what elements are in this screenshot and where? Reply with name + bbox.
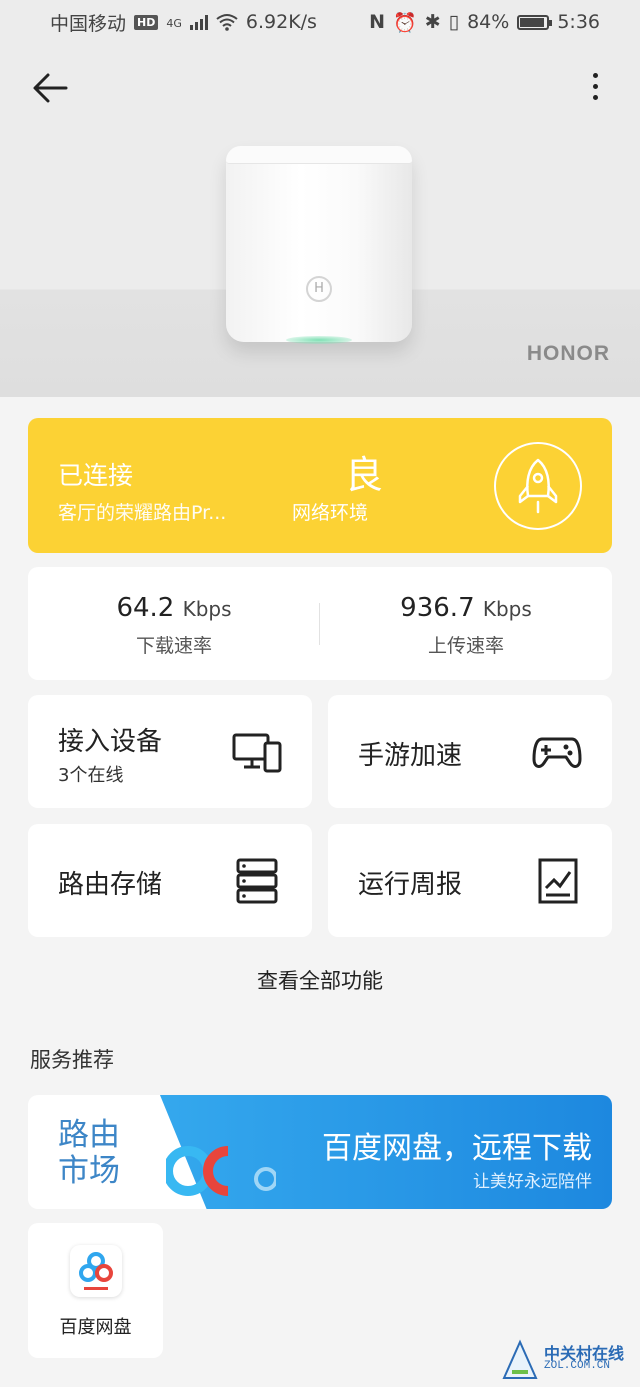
zol-watermark: 中关村在线 ZOL.COM.CN <box>500 1336 640 1387</box>
nfc-icon: N <box>369 11 386 33</box>
router-hero: H HONOR <box>0 44 640 397</box>
status-bar: 中国移动 HD 4G 6.92K/s N ⏰ ✱ ▯ 84% 5:36 <box>0 0 640 44</box>
game-boost-tile[interactable]: 手游加速 <box>328 695 612 808</box>
back-arrow-icon <box>33 73 68 103</box>
upload-unit: Kbps <box>482 597 532 621</box>
upload-label: 上传速率 <box>427 635 504 657</box>
upload-speed: 936.7 Kbps 上传速率 <box>320 593 612 658</box>
storage-label: 路由存储 <box>58 870 163 900</box>
connection-status: 已连接 <box>58 461 134 490</box>
router-storage-tile[interactable]: 路由存储 <box>28 824 312 937</box>
hd-badge: HD <box>134 14 159 30</box>
router-market-label: 路由市场 <box>58 1117 120 1189</box>
game-boost-label: 手游加速 <box>358 741 463 771</box>
alarm-icon: ⏰ <box>393 11 417 34</box>
battery-icon <box>517 14 553 30</box>
back-button[interactable] <box>30 68 70 108</box>
banner-subtitle: 让美好永远陪伴 <box>473 1172 592 1192</box>
more-dot-icon <box>592 72 598 78</box>
gamepad-icon <box>532 737 582 768</box>
baidu-netdisk-banner[interactable]: 路由市场 百度网盘，远程下载 让美好永远陪伴 <box>28 1095 612 1209</box>
router-logo-icon: H <box>306 276 332 302</box>
network-quality: 良 <box>344 453 383 497</box>
router-led <box>286 336 352 344</box>
download-unit: Kbps <box>182 597 232 621</box>
wifi-icon <box>216 14 238 31</box>
brand-logo: HONOR <box>526 342 610 365</box>
storage-icon <box>236 858 278 904</box>
download-speed: 64.2 Kbps 下载速率 <box>28 593 320 658</box>
upload-value: 936.7 <box>400 593 475 623</box>
speedup-button[interactable] <box>494 442 582 530</box>
bluetooth-icon: ✱ <box>424 11 441 33</box>
banner-title: 百度网盘，远程下载 <box>322 1131 592 1166</box>
more-dot-icon <box>592 94 598 100</box>
vibrate-icon: ▯ <box>448 11 460 33</box>
connection-status-card[interactable]: 已连接 客厅的荣耀路由Pr... 良 网络环境 <box>28 418 612 553</box>
connected-devices-tile[interactable]: 接入设备 3个在线 <box>28 695 312 808</box>
router-image: H <box>226 146 412 344</box>
devices-label: 接入设备 <box>58 727 163 757</box>
router-name: 客厅的荣耀路由Pr... <box>58 502 227 524</box>
download-value: 64.2 <box>116 593 175 623</box>
baidu-netdisk-app[interactable]: 百度网盘 <box>28 1223 163 1358</box>
zol-logo-icon <box>502 1339 538 1379</box>
watermark-url: ZOL.COM.CN <box>544 1360 611 1372</box>
network-quality-label: 网络环境 <box>292 502 369 524</box>
network-speed: 6.92K/s <box>245 11 317 33</box>
view-all-features-link[interactable]: 查看全部功能 <box>0 965 640 995</box>
report-chart-icon <box>538 858 578 904</box>
more-dot-icon <box>592 83 598 89</box>
carrier-name: 中国移动 <box>50 12 127 35</box>
baidu-netdisk-icon <box>79 1252 113 1290</box>
devices-online-count: 3个在线 <box>58 765 124 786</box>
weekly-report-tile[interactable]: 运行周报 <box>328 824 612 937</box>
report-label: 运行周报 <box>358 870 463 900</box>
clock: 5:36 <box>557 11 600 33</box>
services-section-title: 服务推荐 <box>30 1048 114 1072</box>
more-options-button[interactable] <box>580 66 610 106</box>
signal-icon <box>189 14 208 30</box>
rocket-icon <box>518 458 558 514</box>
speed-card: 64.2 Kbps 下载速率 936.7 Kbps 上传速率 <box>28 567 612 680</box>
network-type: 4G <box>166 16 182 30</box>
download-label: 下载速率 <box>135 635 212 657</box>
battery-percent: 84% <box>467 11 510 33</box>
app-label: 百度网盘 <box>59 1317 132 1338</box>
baidu-netdisk-logo-icon <box>166 1146 276 1196</box>
devices-icon <box>232 733 282 773</box>
